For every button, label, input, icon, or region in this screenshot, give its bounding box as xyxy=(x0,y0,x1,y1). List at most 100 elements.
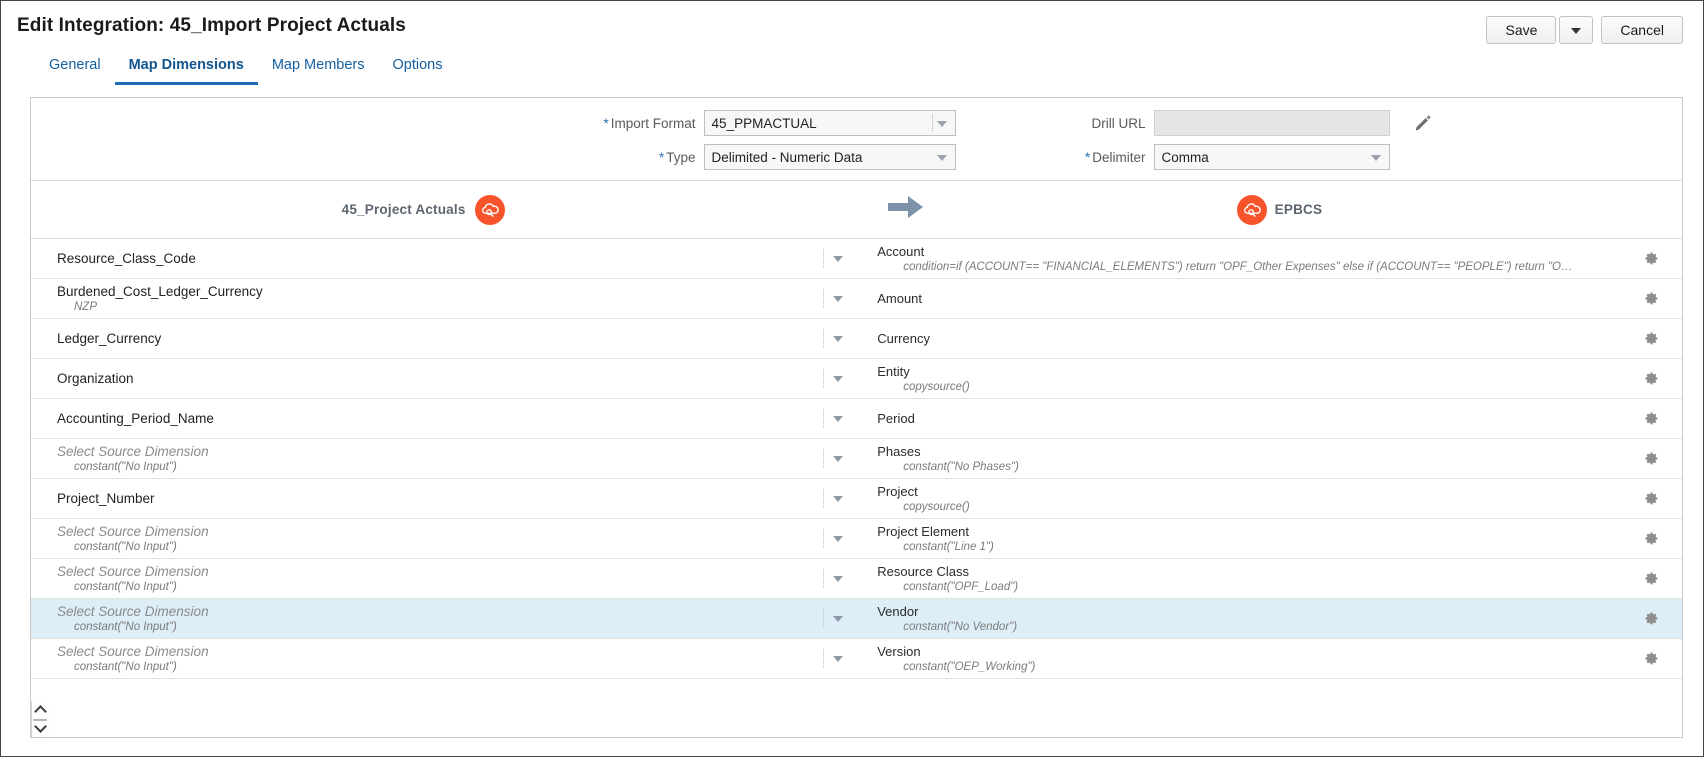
target-dimension-name: Period xyxy=(877,410,915,426)
gear-icon[interactable] xyxy=(1620,439,1682,478)
target-dimension-name: Phases xyxy=(877,443,921,459)
delimiter-select[interactable]: Comma xyxy=(1153,144,1390,170)
table-row[interactable]: Ledger_Currency Currency xyxy=(31,319,1682,359)
table-row[interactable]: Select Source Dimension constant("No Inpu… xyxy=(31,639,1682,679)
gear-icon[interactable] xyxy=(1620,319,1682,358)
source-dimension-cell[interactable]: Accounting_Period_Name xyxy=(31,399,815,438)
source-dimension-expression: constant("No Input") xyxy=(74,580,177,593)
source-dimension-cell[interactable]: Select Source Dimension constant("No Inpu… xyxy=(31,439,815,478)
source-dimension-cell[interactable]: Ledger_Currency xyxy=(31,319,815,358)
save-button[interactable]: Save xyxy=(1486,16,1557,44)
panel-content: * Import Format 45_PPMACTUAL * Type Deli… xyxy=(31,98,1682,701)
source-dimension-cell[interactable]: Select Source Dimension constant("No Inpu… xyxy=(31,599,815,638)
gear-icon[interactable] xyxy=(1620,599,1682,638)
target-dimension-cell: Phases constant("No Phases") xyxy=(861,439,1620,478)
chevron-down-icon xyxy=(833,495,844,502)
source-dimension-dropdown[interactable] xyxy=(815,319,861,358)
source-dimension-cell[interactable]: Project_Number xyxy=(31,479,815,518)
scroll-up-button[interactable] xyxy=(31,701,49,719)
tab-general[interactable]: General xyxy=(35,51,115,85)
endpoint-header-band: 45_Project Actuals EPBCS xyxy=(31,181,1682,239)
chevron-down-icon xyxy=(833,535,844,542)
cancel-button[interactable]: Cancel xyxy=(1601,16,1683,44)
table-row[interactable]: Organization Entity copysource() xyxy=(31,359,1682,399)
source-dimension-cell[interactable]: Select Source Dimension constant("No Inpu… xyxy=(31,519,815,558)
table-row[interactable]: Select Source Dimension constant("No Inpu… xyxy=(31,519,1682,559)
source-dimension-expression: NZP xyxy=(74,300,97,313)
table-row[interactable]: Project_Number Project copysource() xyxy=(31,479,1682,519)
source-dimension-dropdown[interactable] xyxy=(815,639,861,678)
table-row[interactable]: Select Source Dimension constant("No Inpu… xyxy=(31,439,1682,479)
scroll-down-button[interactable] xyxy=(31,719,49,737)
pencil-icon[interactable] xyxy=(1412,112,1434,134)
target-dimension-name: Amount xyxy=(877,290,923,306)
tab-map-dimensions[interactable]: Map Dimensions xyxy=(114,51,258,85)
chevron-down-icon xyxy=(1370,155,1381,161)
source-dimension-cell[interactable]: Organization xyxy=(31,359,815,398)
source-dimension-dropdown[interactable] xyxy=(815,239,861,278)
source-dimension-expression: constant("No Input") xyxy=(74,460,177,473)
table-row[interactable]: Select Source Dimension constant("No Inpu… xyxy=(31,559,1682,599)
gear-icon[interactable] xyxy=(1620,399,1682,438)
type-row: * Type Delimited - Numeric Data xyxy=(31,144,956,170)
window-header: Edit Integration: 45_Import Project Actu… xyxy=(1,1,1703,53)
gear-icon[interactable] xyxy=(1620,639,1682,678)
vertical-scrollbar[interactable] xyxy=(31,701,49,737)
source-dimension-name: Ledger_Currency xyxy=(57,330,162,346)
chevron-down-icon xyxy=(833,295,844,302)
source-dimension-name: Organization xyxy=(57,370,134,386)
target-dimension-cell: Vendor constant("No Vendor") xyxy=(861,599,1620,638)
source-dimension-name: Accounting_Period_Name xyxy=(57,410,214,426)
target-dimension-name: Account xyxy=(877,243,925,259)
source-dimension-name: Select Source Dimension xyxy=(57,563,209,579)
gear-icon[interactable] xyxy=(1620,479,1682,518)
table-row[interactable]: Resource_Class_Code Account condition=if (… xyxy=(31,239,1682,279)
target-dimension-cell: Resource Class constant("OPF_Load") xyxy=(861,559,1620,598)
target-dimension-expression: constant("OPF_Load") xyxy=(903,580,1019,593)
type-select[interactable]: Delimited - Numeric Data xyxy=(703,144,956,170)
source-dimension-dropdown[interactable] xyxy=(815,519,861,558)
chevron-down-icon xyxy=(936,121,947,127)
source-dimension-cell[interactable]: Burdened_Cost_Ledger_Currency NZP xyxy=(31,279,815,318)
delimiter-row: * Delimiter Comma xyxy=(956,144,1682,170)
table-row[interactable]: Accounting_Period_Name Period xyxy=(31,399,1682,439)
form-column-left: * Import Format 45_PPMACTUAL * Type Deli… xyxy=(31,110,956,170)
drill-url-row: Drill URL xyxy=(956,110,1682,136)
gear-icon[interactable] xyxy=(1620,519,1682,558)
source-dimension-dropdown[interactable] xyxy=(815,479,861,518)
chevron-down-icon xyxy=(833,455,844,462)
target-dimension-expression: copysource() xyxy=(903,380,970,393)
gear-icon[interactable] xyxy=(1620,559,1682,598)
source-dimension-dropdown[interactable] xyxy=(815,439,861,478)
target-dimension-name: Version xyxy=(877,643,921,659)
chevron-down-icon xyxy=(936,155,947,161)
tab-map-members[interactable]: Map Members xyxy=(258,51,379,85)
gear-icon[interactable] xyxy=(1620,239,1682,278)
chevron-down-icon xyxy=(833,335,844,342)
source-dimension-cell[interactable]: Resource_Class_Code xyxy=(31,239,815,278)
save-options-button[interactable] xyxy=(1559,16,1594,44)
drill-url-input[interactable] xyxy=(1153,110,1390,136)
source-dimension-cell[interactable]: Select Source Dimension constant("No Inpu… xyxy=(31,639,815,678)
source-dimension-dropdown[interactable] xyxy=(815,399,861,438)
target-dimension-cell: Entity copysource() xyxy=(861,359,1620,398)
source-dimension-expression: constant("No Input") xyxy=(74,660,177,673)
source-dimension-dropdown[interactable] xyxy=(815,359,861,398)
gear-icon[interactable] xyxy=(1620,359,1682,398)
source-dimension-dropdown[interactable] xyxy=(815,559,861,598)
table-row[interactable]: Select Source Dimension constant("No Inpu… xyxy=(31,599,1682,639)
import-format-select[interactable]: 45_PPMACTUAL xyxy=(703,110,956,136)
type-label: * Type xyxy=(658,149,696,165)
source-dimension-cell[interactable]: Select Source Dimension constant("No Inpu… xyxy=(31,559,815,598)
table-row[interactable]: Burdened_Cost_Ledger_Currency NZP Amount xyxy=(31,279,1682,319)
gear-icon[interactable] xyxy=(1620,279,1682,318)
target-dimension-cell: Version constant("OEP_Working") xyxy=(861,639,1620,678)
source-endpoint-label: 45_Project Actuals xyxy=(341,202,466,217)
integration-settings-form: * Import Format 45_PPMACTUAL * Type Deli… xyxy=(31,98,1682,181)
source-dimension-dropdown[interactable] xyxy=(815,279,861,318)
source-dimension-name: Burdened_Cost_Ledger_Currency xyxy=(57,283,263,299)
save-split-button: Save xyxy=(1486,16,1594,44)
source-dimension-dropdown[interactable] xyxy=(815,599,861,638)
tab-options[interactable]: Options xyxy=(378,51,456,85)
target-dimension-cell: Currency xyxy=(861,319,1620,358)
